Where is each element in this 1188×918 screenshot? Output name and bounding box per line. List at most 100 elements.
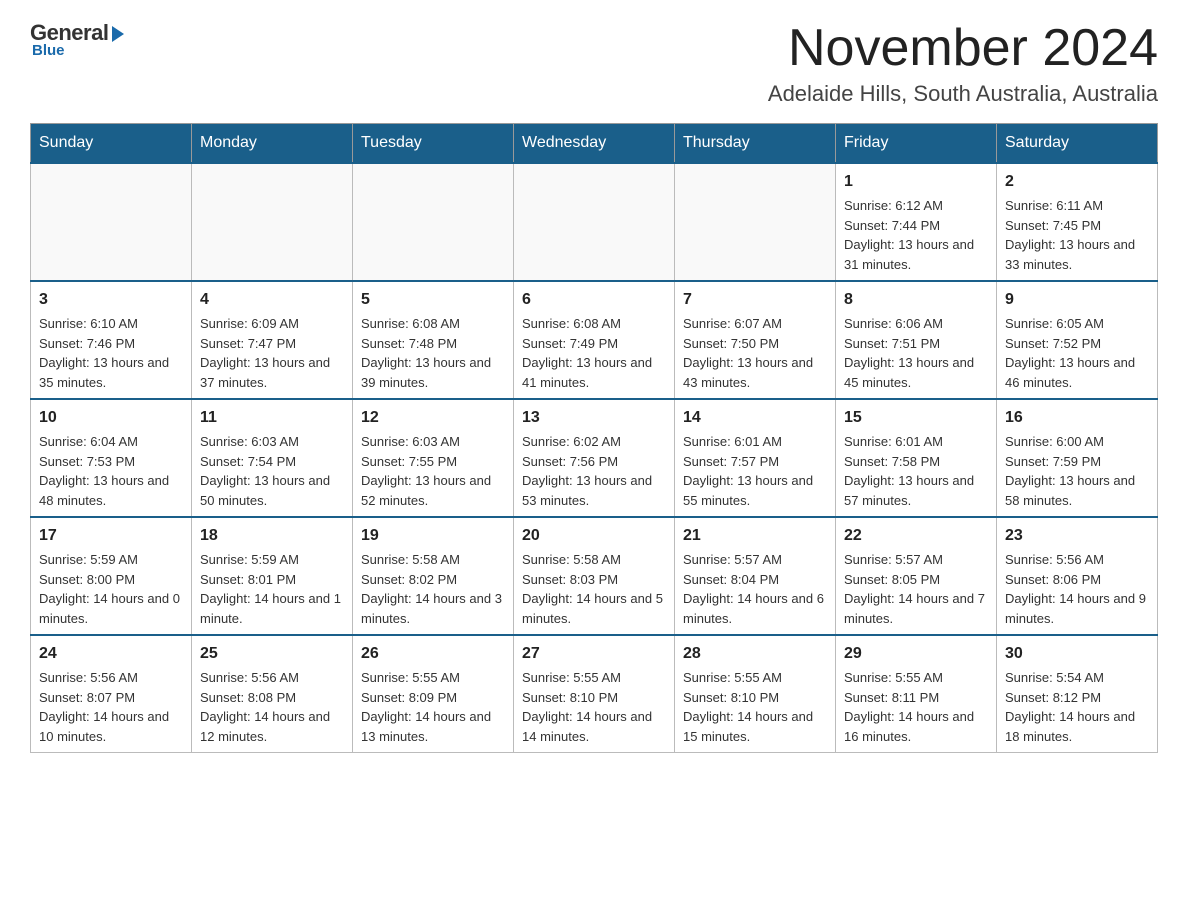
day-info: Sunrise: 5:55 AMSunset: 8:10 PMDaylight:… xyxy=(683,668,827,746)
day-number: 24 xyxy=(39,642,183,666)
day-number: 12 xyxy=(361,406,505,430)
day-info: Sunrise: 6:10 AMSunset: 7:46 PMDaylight:… xyxy=(39,314,183,392)
calendar-day-cell: 22Sunrise: 5:57 AMSunset: 8:05 PMDayligh… xyxy=(836,517,997,635)
day-number: 21 xyxy=(683,524,827,548)
calendar-day-cell: 12Sunrise: 6:03 AMSunset: 7:55 PMDayligh… xyxy=(353,399,514,517)
day-number: 19 xyxy=(361,524,505,548)
month-title: November 2024 xyxy=(768,20,1158,77)
day-number: 14 xyxy=(683,406,827,430)
day-info: Sunrise: 6:00 AMSunset: 7:59 PMDaylight:… xyxy=(1005,432,1149,510)
day-info: Sunrise: 5:57 AMSunset: 8:04 PMDaylight:… xyxy=(683,550,827,628)
day-number: 28 xyxy=(683,642,827,666)
calendar-day-cell: 1Sunrise: 6:12 AMSunset: 7:44 PMDaylight… xyxy=(836,163,997,281)
day-info: Sunrise: 5:56 AMSunset: 8:08 PMDaylight:… xyxy=(200,668,344,746)
day-info: Sunrise: 6:01 AMSunset: 7:58 PMDaylight:… xyxy=(844,432,988,510)
day-number: 9 xyxy=(1005,288,1149,312)
calendar-day-cell: 27Sunrise: 5:55 AMSunset: 8:10 PMDayligh… xyxy=(514,635,675,753)
calendar-day-cell: 23Sunrise: 5:56 AMSunset: 8:06 PMDayligh… xyxy=(997,517,1158,635)
day-of-week-header: Saturday xyxy=(997,124,1158,164)
calendar-header-row: SundayMondayTuesdayWednesdayThursdayFrid… xyxy=(31,124,1158,164)
day-info: Sunrise: 6:12 AMSunset: 7:44 PMDaylight:… xyxy=(844,196,988,274)
day-info: Sunrise: 5:56 AMSunset: 8:06 PMDaylight:… xyxy=(1005,550,1149,628)
logo: General Blue xyxy=(30,20,124,59)
day-number: 3 xyxy=(39,288,183,312)
calendar-day-cell: 5Sunrise: 6:08 AMSunset: 7:48 PMDaylight… xyxy=(353,281,514,399)
calendar-day-cell xyxy=(192,163,353,281)
day-number: 29 xyxy=(844,642,988,666)
calendar-day-cell: 10Sunrise: 6:04 AMSunset: 7:53 PMDayligh… xyxy=(31,399,192,517)
day-number: 13 xyxy=(522,406,666,430)
day-number: 17 xyxy=(39,524,183,548)
calendar-day-cell: 29Sunrise: 5:55 AMSunset: 8:11 PMDayligh… xyxy=(836,635,997,753)
day-info: Sunrise: 6:03 AMSunset: 7:54 PMDaylight:… xyxy=(200,432,344,510)
logo-blue-text: Blue xyxy=(32,42,65,59)
calendar-day-cell: 19Sunrise: 5:58 AMSunset: 8:02 PMDayligh… xyxy=(353,517,514,635)
calendar-day-cell: 2Sunrise: 6:11 AMSunset: 7:45 PMDaylight… xyxy=(997,163,1158,281)
calendar-day-cell: 25Sunrise: 5:56 AMSunset: 8:08 PMDayligh… xyxy=(192,635,353,753)
day-info: Sunrise: 6:01 AMSunset: 7:57 PMDaylight:… xyxy=(683,432,827,510)
calendar-week-row: 1Sunrise: 6:12 AMSunset: 7:44 PMDaylight… xyxy=(31,163,1158,281)
day-number: 22 xyxy=(844,524,988,548)
day-of-week-header: Friday xyxy=(836,124,997,164)
day-info: Sunrise: 5:55 AMSunset: 8:09 PMDaylight:… xyxy=(361,668,505,746)
calendar-day-cell: 11Sunrise: 6:03 AMSunset: 7:54 PMDayligh… xyxy=(192,399,353,517)
day-number: 7 xyxy=(683,288,827,312)
calendar-week-row: 3Sunrise: 6:10 AMSunset: 7:46 PMDaylight… xyxy=(31,281,1158,399)
day-info: Sunrise: 6:11 AMSunset: 7:45 PMDaylight:… xyxy=(1005,196,1149,274)
day-info: Sunrise: 5:58 AMSunset: 8:02 PMDaylight:… xyxy=(361,550,505,628)
day-info: Sunrise: 6:08 AMSunset: 7:49 PMDaylight:… xyxy=(522,314,666,392)
calendar-day-cell: 16Sunrise: 6:00 AMSunset: 7:59 PMDayligh… xyxy=(997,399,1158,517)
day-number: 16 xyxy=(1005,406,1149,430)
day-number: 20 xyxy=(522,524,666,548)
day-info: Sunrise: 5:56 AMSunset: 8:07 PMDaylight:… xyxy=(39,668,183,746)
day-of-week-header: Sunday xyxy=(31,124,192,164)
day-info: Sunrise: 6:05 AMSunset: 7:52 PMDaylight:… xyxy=(1005,314,1149,392)
day-info: Sunrise: 5:55 AMSunset: 8:11 PMDaylight:… xyxy=(844,668,988,746)
day-of-week-header: Monday xyxy=(192,124,353,164)
day-info: Sunrise: 6:03 AMSunset: 7:55 PMDaylight:… xyxy=(361,432,505,510)
day-number: 25 xyxy=(200,642,344,666)
day-info: Sunrise: 5:59 AMSunset: 8:01 PMDaylight:… xyxy=(200,550,344,628)
calendar-day-cell: 15Sunrise: 6:01 AMSunset: 7:58 PMDayligh… xyxy=(836,399,997,517)
calendar-day-cell: 6Sunrise: 6:08 AMSunset: 7:49 PMDaylight… xyxy=(514,281,675,399)
calendar-day-cell: 14Sunrise: 6:01 AMSunset: 7:57 PMDayligh… xyxy=(675,399,836,517)
day-info: Sunrise: 6:02 AMSunset: 7:56 PMDaylight:… xyxy=(522,432,666,510)
day-number: 30 xyxy=(1005,642,1149,666)
location-title: Adelaide Hills, South Australia, Austral… xyxy=(768,81,1158,107)
calendar-week-row: 24Sunrise: 5:56 AMSunset: 8:07 PMDayligh… xyxy=(31,635,1158,753)
calendar-day-cell: 18Sunrise: 5:59 AMSunset: 8:01 PMDayligh… xyxy=(192,517,353,635)
calendar-day-cell: 3Sunrise: 6:10 AMSunset: 7:46 PMDaylight… xyxy=(31,281,192,399)
calendar-day-cell: 4Sunrise: 6:09 AMSunset: 7:47 PMDaylight… xyxy=(192,281,353,399)
day-number: 26 xyxy=(361,642,505,666)
day-info: Sunrise: 6:07 AMSunset: 7:50 PMDaylight:… xyxy=(683,314,827,392)
day-info: Sunrise: 5:55 AMSunset: 8:10 PMDaylight:… xyxy=(522,668,666,746)
calendar-day-cell: 21Sunrise: 5:57 AMSunset: 8:04 PMDayligh… xyxy=(675,517,836,635)
calendar-week-row: 17Sunrise: 5:59 AMSunset: 8:00 PMDayligh… xyxy=(31,517,1158,635)
calendar-day-cell: 8Sunrise: 6:06 AMSunset: 7:51 PMDaylight… xyxy=(836,281,997,399)
title-section: November 2024 Adelaide Hills, South Aust… xyxy=(768,20,1158,107)
day-info: Sunrise: 6:09 AMSunset: 7:47 PMDaylight:… xyxy=(200,314,344,392)
day-of-week-header: Thursday xyxy=(675,124,836,164)
day-number: 23 xyxy=(1005,524,1149,548)
calendar-week-row: 10Sunrise: 6:04 AMSunset: 7:53 PMDayligh… xyxy=(31,399,1158,517)
day-number: 10 xyxy=(39,406,183,430)
page-header: General Blue November 2024 Adelaide Hill… xyxy=(30,20,1158,107)
day-number: 11 xyxy=(200,406,344,430)
calendar-day-cell: 9Sunrise: 6:05 AMSunset: 7:52 PMDaylight… xyxy=(997,281,1158,399)
day-info: Sunrise: 6:08 AMSunset: 7:48 PMDaylight:… xyxy=(361,314,505,392)
day-number: 5 xyxy=(361,288,505,312)
calendar-day-cell: 24Sunrise: 5:56 AMSunset: 8:07 PMDayligh… xyxy=(31,635,192,753)
day-of-week-header: Tuesday xyxy=(353,124,514,164)
day-of-week-header: Wednesday xyxy=(514,124,675,164)
day-info: Sunrise: 5:57 AMSunset: 8:05 PMDaylight:… xyxy=(844,550,988,628)
calendar-day-cell xyxy=(675,163,836,281)
calendar-day-cell: 28Sunrise: 5:55 AMSunset: 8:10 PMDayligh… xyxy=(675,635,836,753)
calendar-day-cell: 20Sunrise: 5:58 AMSunset: 8:03 PMDayligh… xyxy=(514,517,675,635)
calendar-table: SundayMondayTuesdayWednesdayThursdayFrid… xyxy=(30,123,1158,753)
calendar-day-cell: 13Sunrise: 6:02 AMSunset: 7:56 PMDayligh… xyxy=(514,399,675,517)
day-number: 8 xyxy=(844,288,988,312)
day-number: 27 xyxy=(522,642,666,666)
day-number: 15 xyxy=(844,406,988,430)
day-number: 2 xyxy=(1005,170,1149,194)
calendar-day-cell: 26Sunrise: 5:55 AMSunset: 8:09 PMDayligh… xyxy=(353,635,514,753)
